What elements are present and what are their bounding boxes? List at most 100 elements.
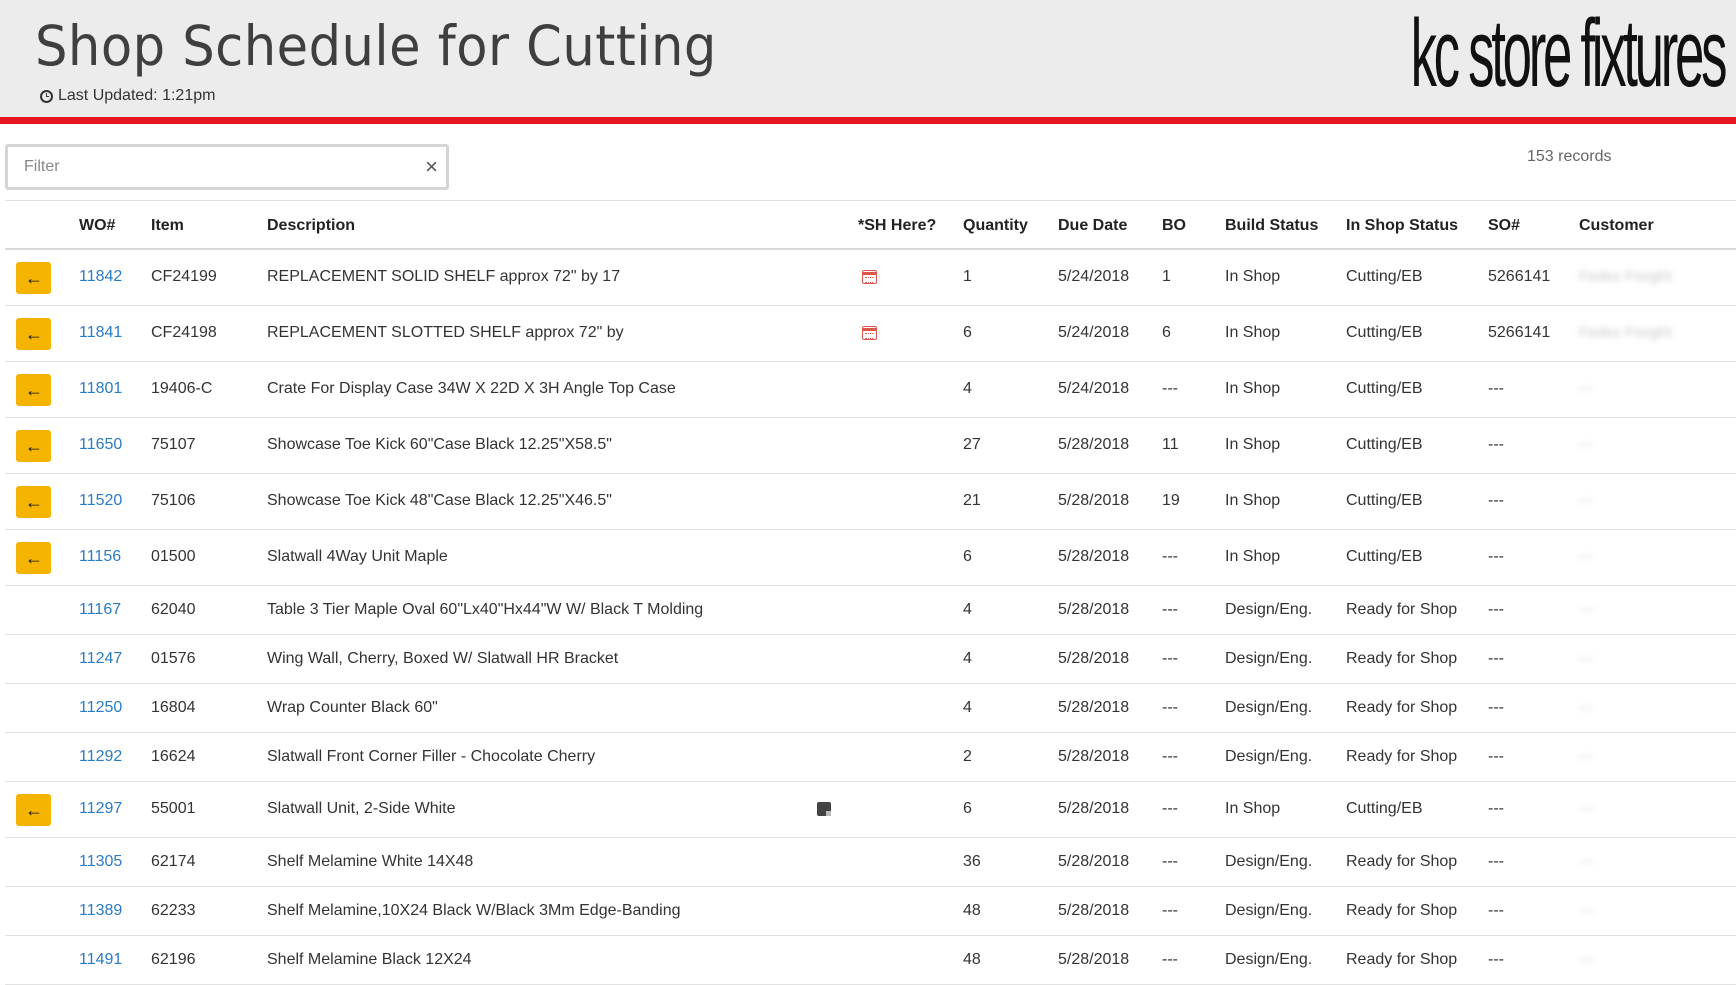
wo-link[interactable]: 11841: [79, 324, 122, 342]
column-build-status-header[interactable]: Build Status: [1225, 217, 1318, 235]
wo-link[interactable]: 11491: [79, 951, 122, 969]
table-row: 11491 62196 Shelf Melamine Black 12X24 48 5/…: [5, 936, 1736, 985]
wo-link[interactable]: 11842: [79, 268, 122, 286]
move-back-button[interactable]: ←: [16, 542, 51, 574]
move-back-button[interactable]: ←: [16, 374, 51, 406]
wo-link[interactable]: 11305: [79, 853, 122, 871]
due-date-cell: 5/24/2018: [1058, 268, 1130, 285]
quantity-cell: 4: [963, 650, 972, 667]
wo-link[interactable]: 11156: [79, 548, 121, 566]
move-back-button[interactable]: ←: [16, 430, 51, 462]
due-date-cell: 5/24/2018: [1058, 324, 1130, 341]
in-shop-status-cell: Cutting/EB: [1346, 492, 1423, 509]
so-cell: ---: [1488, 436, 1504, 453]
page-header: Shop Schedule for Cutting Last Updated: …: [0, 0, 1736, 117]
column-customer-header[interactable]: Customer: [1579, 217, 1654, 235]
so-cell: ---: [1488, 601, 1504, 618]
schedule-table: WO# Item Description *SH Here? Quantity Due D…: [5, 200, 1736, 985]
wo-link[interactable]: 11389: [79, 902, 122, 920]
due-date-cell: 5/28/2018: [1058, 548, 1130, 565]
column-bo-header[interactable]: BO: [1162, 217, 1186, 235]
customer-cell: ---: [1579, 699, 1594, 716]
wo-link[interactable]: 11520: [79, 492, 122, 510]
quantity-cell: 6: [963, 800, 972, 817]
table-row: 11247 01576 Wing Wall, Cherry, Boxed W/ Sl…: [5, 635, 1736, 684]
build-status-cell: Design/Eng.: [1225, 650, 1313, 667]
table-row: ← 11650 75107 Showcase Toe Kick 60"Case Bla…: [5, 418, 1736, 474]
item-cell: 62233: [151, 902, 196, 919]
column-item-header[interactable]: Item: [151, 217, 184, 235]
item-cell: 01500: [151, 548, 196, 565]
description-cell: REPLACEMENT SOLID SHELF approx 72" by 17: [267, 268, 621, 285]
quantity-cell: 1: [963, 268, 972, 285]
in-shop-status-cell: Cutting/EB: [1346, 324, 1423, 341]
table-row: ← 11841 CF24198 REPLACEMENT SLOTTED SHELF a…: [5, 306, 1736, 362]
item-cell: 62040: [151, 601, 196, 618]
item-cell: 55001: [151, 800, 196, 817]
build-status-cell: In Shop: [1225, 800, 1281, 817]
column-wo-header[interactable]: WO#: [79, 217, 115, 235]
table-row: 11305 62174 Shelf Melamine White 14X48 36 5/…: [5, 838, 1736, 887]
clear-filter-icon[interactable]: ×: [425, 153, 438, 181]
wo-link[interactable]: 11297: [79, 800, 122, 818]
column-quantity-header[interactable]: Quantity: [963, 217, 1028, 235]
table-body: ← 11842 CF24199 REPLACEMENT SOLID SHELF app…: [5, 250, 1736, 985]
in-shop-status-cell: Ready for Shop: [1346, 699, 1458, 716]
customer-cell: ---: [1579, 548, 1594, 565]
quantity-cell: 27: [963, 436, 981, 453]
arrow-left-icon: ←: [25, 800, 43, 820]
in-shop-status-cell: Ready for Shop: [1346, 748, 1458, 765]
wo-link[interactable]: 11650: [79, 436, 122, 454]
due-date-cell: 5/28/2018: [1058, 951, 1130, 968]
bo-cell: ---: [1162, 748, 1178, 765]
bo-cell: ---: [1162, 951, 1178, 968]
customer-cell: Fedex Freight: [1579, 268, 1672, 285]
move-back-button[interactable]: ←: [16, 262, 51, 294]
wo-link[interactable]: 11292: [79, 748, 122, 766]
bo-cell: 11: [1162, 436, 1179, 453]
table-header: WO# Item Description *SH Here? Quantity Due D…: [5, 200, 1736, 250]
bo-cell: 19: [1162, 492, 1180, 509]
table-row: 11389 62233 Shelf Melamine,10X24 Black W/B…: [5, 887, 1736, 936]
customer-cell: ---: [1579, 800, 1594, 817]
due-date-cell: 5/28/2018: [1058, 492, 1130, 509]
due-date-cell: 5/28/2018: [1058, 853, 1130, 870]
column-due-date-header[interactable]: Due Date: [1058, 217, 1127, 235]
wo-link[interactable]: 11250: [79, 699, 122, 717]
wo-link[interactable]: 11167: [79, 601, 121, 619]
wo-link[interactable]: 11247: [79, 650, 122, 668]
column-so-header[interactable]: SO#: [1488, 217, 1520, 235]
customer-cell: ---: [1579, 492, 1594, 509]
bo-cell: ---: [1162, 380, 1178, 397]
in-shop-status-cell: Ready for Shop: [1346, 951, 1458, 968]
bo-cell: ---: [1162, 650, 1178, 667]
item-cell: CF24199: [151, 268, 217, 285]
quantity-cell: 36: [963, 853, 981, 870]
filter-input[interactable]: [14, 153, 394, 181]
last-updated: Last Updated: 1:21pm: [40, 87, 215, 105]
due-date-cell: 5/28/2018: [1058, 699, 1130, 716]
column-sh-here-header[interactable]: *SH Here?: [858, 217, 936, 235]
customer-cell: ---: [1579, 853, 1594, 870]
item-cell: 62196: [151, 951, 196, 968]
calendar-icon: [862, 326, 877, 340]
item-cell: 75107: [151, 436, 196, 453]
build-status-cell: In Shop: [1225, 324, 1281, 341]
due-date-cell: 5/28/2018: [1058, 748, 1130, 765]
column-description-header[interactable]: Description: [267, 217, 355, 235]
so-cell: ---: [1488, 548, 1504, 565]
customer-cell: ---: [1579, 380, 1594, 397]
move-back-button[interactable]: ←: [16, 486, 51, 518]
in-shop-status-cell: Cutting/EB: [1346, 380, 1423, 397]
description-cell: Shelf Melamine Black 12X24: [267, 951, 472, 968]
wo-link[interactable]: 11801: [79, 380, 122, 398]
bo-cell: ---: [1162, 853, 1178, 870]
so-cell: ---: [1488, 699, 1504, 716]
column-in-shop-status-header[interactable]: In Shop Status: [1346, 217, 1458, 235]
move-back-button[interactable]: ←: [16, 318, 51, 350]
quantity-cell: 2: [963, 748, 972, 765]
due-date-cell: 5/28/2018: [1058, 601, 1130, 618]
table-row: ← 11801 19406-C Crate For Display Case 34W …: [5, 362, 1736, 418]
move-back-button[interactable]: ←: [16, 794, 51, 826]
bo-cell: ---: [1162, 699, 1178, 716]
